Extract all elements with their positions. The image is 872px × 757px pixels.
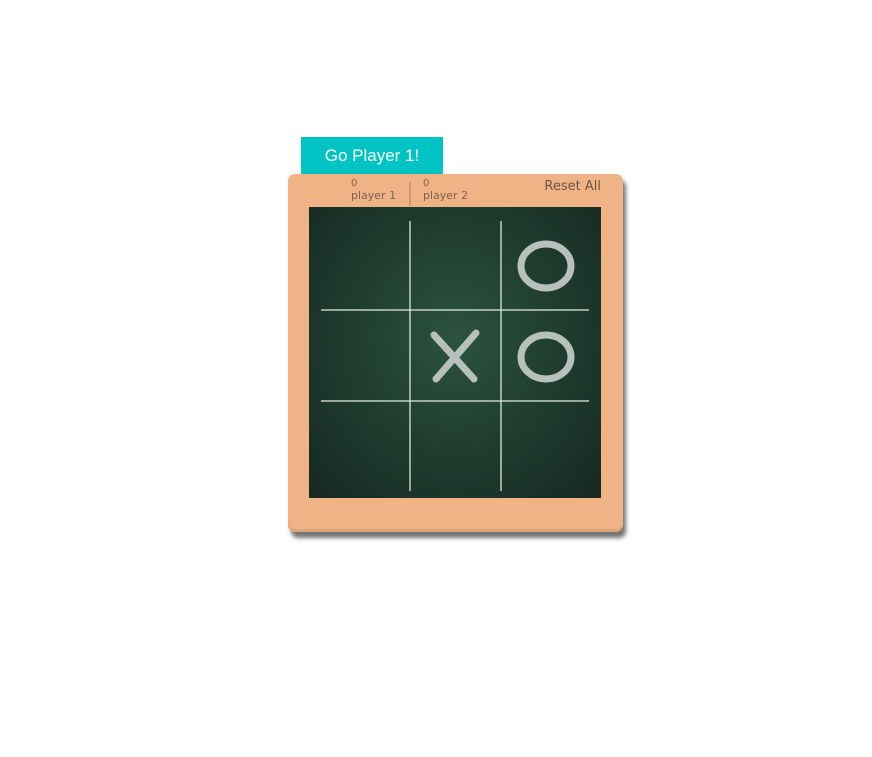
player2-label: player 2 [423, 189, 469, 202]
board-cell[interactable] [320, 221, 408, 309]
board-cell[interactable] [502, 312, 590, 400]
player1-score: 0 player 1 [351, 178, 396, 202]
board-cell[interactable] [411, 221, 499, 309]
x-mark-icon [430, 329, 480, 383]
board-cell[interactable] [320, 403, 408, 491]
o-mark-icon [517, 331, 575, 383]
player1-label: player 1 [351, 189, 397, 202]
reset-all-button[interactable]: Reset All [544, 179, 601, 194]
score-divider [409, 182, 411, 206]
board-cell[interactable] [411, 312, 499, 400]
board-cell[interactable] [502, 221, 590, 309]
board-cell[interactable] [502, 403, 590, 491]
board-cell[interactable] [320, 312, 408, 400]
game-frame: 0 player 1 0 player 2 Reset All [288, 174, 623, 532]
turn-banner: Go Player 1! [301, 137, 443, 174]
player2-score: 0 player 2 [423, 178, 468, 202]
game-board [309, 207, 601, 498]
o-mark-icon [517, 240, 575, 292]
board-cell[interactable] [411, 403, 499, 491]
grid-line [321, 309, 589, 311]
grid-line [321, 400, 589, 402]
